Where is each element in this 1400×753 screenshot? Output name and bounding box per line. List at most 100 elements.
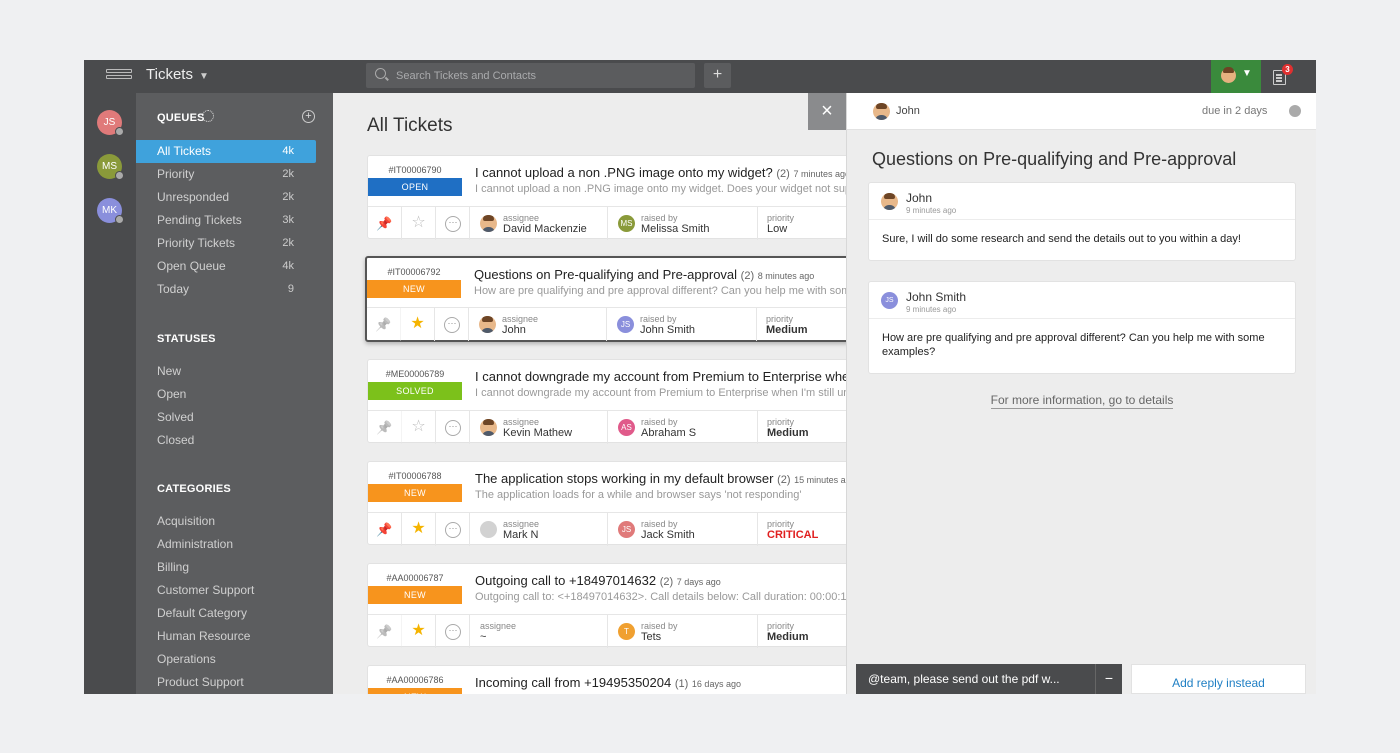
assignee-field[interactable]: assignee John (469, 308, 607, 341)
pin-icon[interactable]: 📌 (367, 308, 401, 341)
more-actions-button[interactable]: ··· (436, 513, 470, 546)
assignee-field[interactable]: assignee David Mackenzie (470, 207, 608, 240)
compose-text[interactable]: @team, please send out the pdf w... (868, 672, 1068, 686)
star-icon[interactable]: ☆ (402, 207, 436, 240)
ticket-id: #ME00006789 (385, 369, 445, 379)
queue-item[interactable]: Priority Tickets 2k (136, 232, 316, 255)
status-badge: NEW (368, 586, 462, 604)
minimize-compose-button[interactable]: − (1095, 664, 1122, 694)
ticket-card[interactable]: #IT00006792 NEW Questions on Pre-qualifyin… (365, 256, 846, 342)
raised-by-avatar: AS (618, 419, 635, 436)
add-reply-button[interactable]: Add reply instead (1131, 664, 1306, 694)
assignee-field[interactable]: assignee Kevin Mathew (470, 411, 608, 444)
agent-status-button[interactable]: ▼ (1211, 60, 1261, 93)
priority-field[interactable]: priority Medium (757, 308, 846, 341)
ticket-age: 7 days ago (676, 577, 721, 587)
ticket-card[interactable]: #AA00006786 NEW Incoming call from +194953… (367, 665, 846, 694)
ticket-list: All Tickets #IT00006790 OPEN I cannot uplo… (333, 93, 846, 694)
priority-field[interactable]: priority Low (758, 207, 846, 240)
category-item[interactable]: Default Category (136, 602, 316, 625)
category-item[interactable]: Acquisition (136, 510, 316, 533)
pin-icon[interactable]: 📌 (368, 513, 402, 546)
more-actions-button[interactable]: ··· (436, 411, 470, 444)
search-input[interactable] (396, 67, 686, 84)
priority-field[interactable]: priority CRITICAL (758, 513, 846, 546)
reply-count: (2) (776, 168, 790, 180)
more-actions-button[interactable]: ··· (436, 615, 470, 648)
more-actions-button[interactable]: ··· (436, 207, 470, 240)
close-detail-button[interactable]: × (808, 93, 846, 130)
star-icon[interactable]: ★ (402, 615, 436, 648)
ticket-id: #IT00006790 (388, 165, 442, 175)
agent-avatar[interactable]: MS (97, 154, 124, 180)
priority-field[interactable]: priority Medium (758, 615, 846, 648)
ticket-subject[interactable]: Incoming call from +19495350204 (1) 16 d… (475, 675, 846, 690)
star-icon[interactable]: ★ (402, 513, 436, 546)
star-icon[interactable]: ☆ (402, 411, 436, 444)
conversation-message: John 9 minutes ago Sure, I will do some … (868, 182, 1296, 261)
detail-assignee[interactable]: John (896, 105, 920, 117)
details-link[interactable]: For more information, go to details (990, 393, 1174, 409)
ticket-id: #AA00006787 (386, 573, 444, 583)
status-item[interactable]: Open (136, 383, 316, 406)
reply-count: (2) (777, 474, 791, 486)
agent-avatar[interactable]: MK (97, 198, 124, 224)
pin-icon[interactable]: 📌 (368, 615, 402, 648)
assignee-field[interactable]: assignee ~ (470, 615, 608, 648)
ticket-card[interactable]: #IT00006790 OPEN I cannot upload a non .PN… (367, 155, 846, 240)
category-item[interactable]: Administration (136, 533, 316, 556)
category-item[interactable]: Operations (136, 648, 316, 671)
app-menu-icon[interactable] (106, 69, 132, 85)
priority-field[interactable]: priority Medium (758, 411, 846, 444)
raised-by-field[interactable]: AS raised by Abraham S (608, 411, 758, 444)
raised-by-field[interactable]: MS raised by Melissa Smith (608, 207, 758, 240)
category-item[interactable]: Human Resource (136, 625, 316, 648)
categories-heading: CATEGORIES (157, 483, 231, 495)
add-button[interactable]: + (704, 63, 731, 88)
ticket-age: 7 minutes ago (793, 169, 846, 179)
ticket-subject[interactable]: I cannot downgrade my account from Premi… (475, 369, 846, 384)
add-queue-button[interactable]: + (302, 110, 315, 123)
module-switcher[interactable]: Tickets ▼ (146, 66, 209, 83)
ticket-preview: How are pre qualifying and pre approval … (474, 285, 846, 297)
pin-icon[interactable]: 📌 (368, 411, 402, 444)
category-item[interactable]: Billing (136, 556, 316, 579)
statuses-heading: STATUSES (157, 333, 216, 345)
pin-icon[interactable]: 📌 (368, 207, 402, 240)
queue-item[interactable]: Unresponded 2k (136, 186, 316, 209)
ticket-card[interactable]: #IT00006788 NEW The application stops work… (367, 461, 846, 546)
compose-box[interactable]: @team, please send out the pdf w... − (856, 664, 1122, 694)
queue-item[interactable]: Pending Tickets 3k (136, 209, 316, 232)
raised-by-field[interactable]: Traised by Tets (608, 615, 758, 648)
queue-item[interactable]: Today 9 (136, 278, 316, 301)
status-item[interactable]: Solved (136, 406, 316, 429)
message-author: John Smith (906, 290, 967, 304)
ticket-subject[interactable]: Questions on Pre-qualifying and Pre-appr… (474, 267, 846, 282)
raised-by-field[interactable]: JS raised by John Smith (607, 308, 757, 341)
star-icon[interactable]: ★ (401, 308, 435, 341)
queue-item[interactable]: Open Queue 4k (136, 255, 316, 278)
assignee-field[interactable]: assignee Mark N (470, 513, 608, 546)
priority-label: priority (767, 519, 795, 529)
queue-item[interactable]: All Tickets 4k (136, 140, 316, 163)
notifications-button[interactable]: 3 (1271, 64, 1293, 86)
ticket-subject[interactable]: Outgoing call to +18497014632 (2) 7 days… (475, 573, 846, 588)
category-item[interactable]: Customer Support (136, 579, 316, 602)
agent-avatar[interactable]: JS (97, 110, 124, 136)
ticket-card[interactable]: #ME00006789 SOLVED I cannot downgrade my a… (367, 359, 846, 444)
gear-icon[interactable] (202, 110, 214, 122)
search-box[interactable] (366, 63, 695, 88)
more-actions-button[interactable]: ··· (435, 308, 469, 341)
ticket-subject[interactable]: The application stops working in my defa… (475, 471, 846, 486)
raised-by-field[interactable]: JS raised by Jack Smith (608, 513, 758, 546)
status-item[interactable]: New (136, 360, 316, 383)
queue-item[interactable]: Priority 2k (136, 163, 316, 186)
ticket-card[interactable]: #AA00006787 NEW Outgoing call to +18497014… (367, 563, 846, 648)
status-item[interactable]: Closed (136, 429, 316, 452)
queue-count: 9 (287, 283, 294, 295)
category-item[interactable]: Product Support (136, 671, 316, 694)
ticket-subject[interactable]: I cannot upload a non .PNG image onto my… (475, 165, 846, 180)
sidebar: QUEUES + All Tickets 4k Priority 2k Unrespon… (136, 93, 333, 694)
status-dot-icon[interactable] (1289, 105, 1301, 117)
subject-text: Incoming call from +19495350204 (475, 675, 672, 690)
